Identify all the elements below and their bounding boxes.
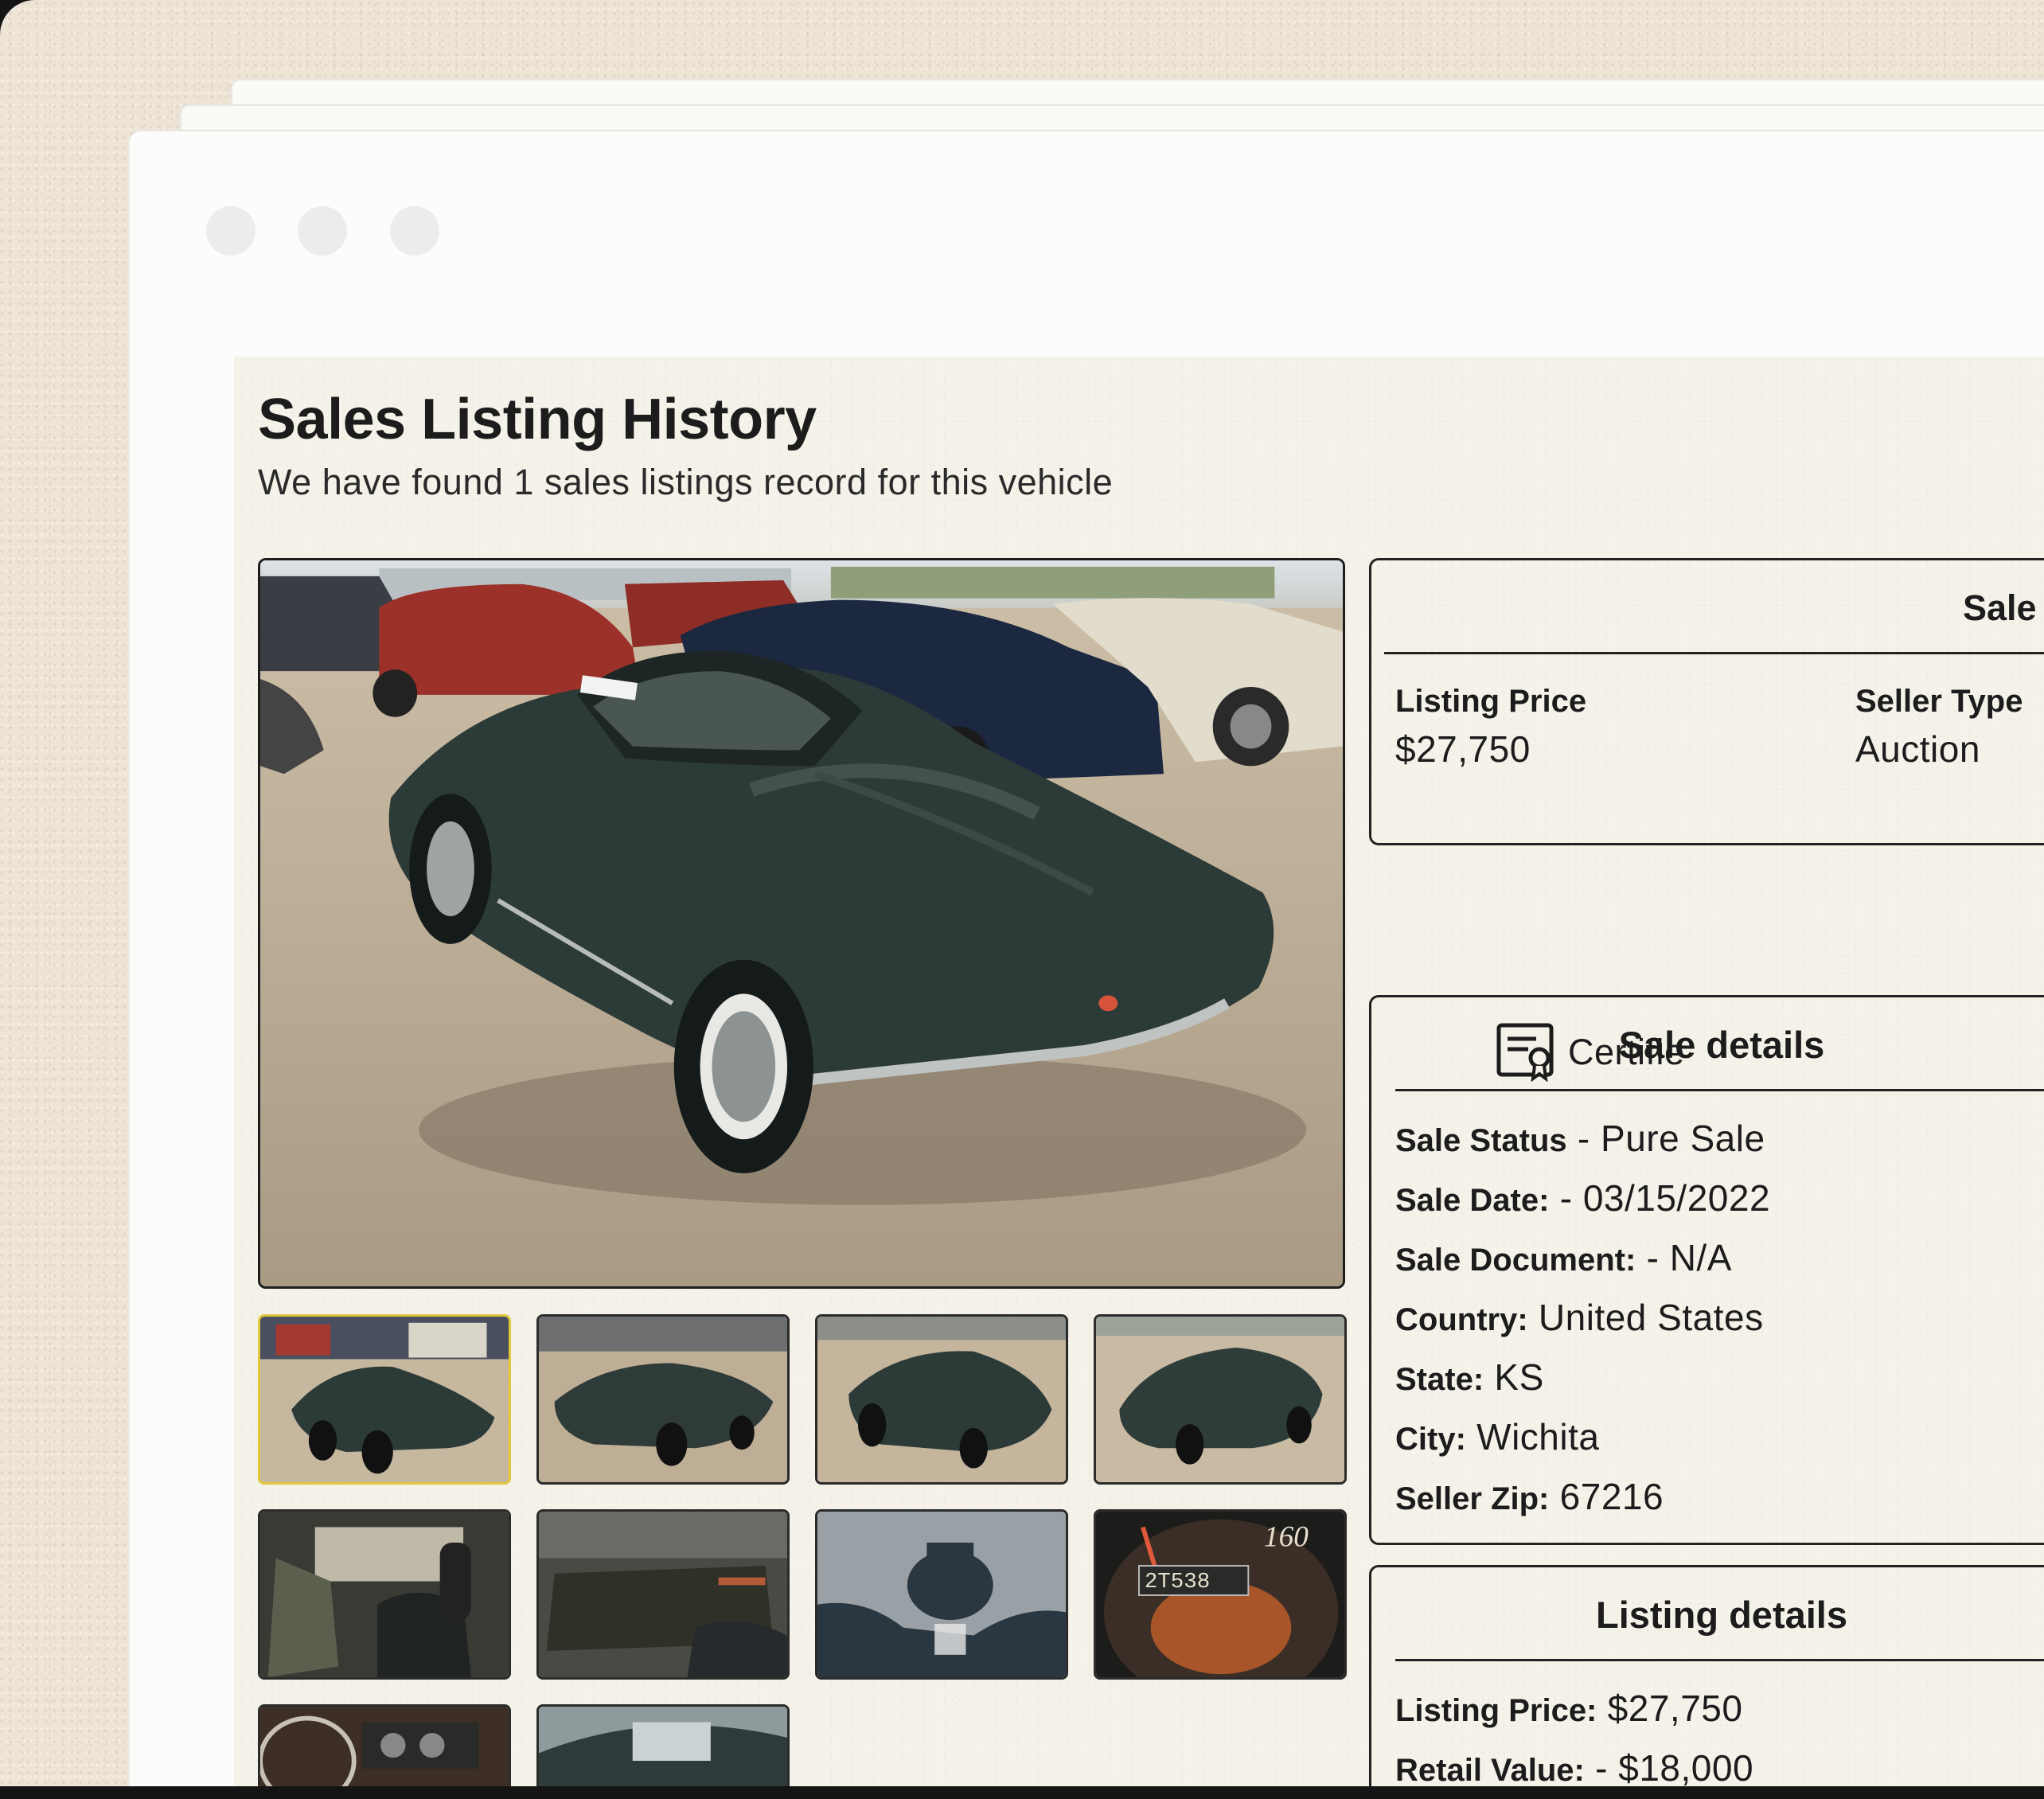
listing-price-value: $27,750: [1395, 728, 1531, 770]
listing-details-divider: [1395, 1659, 2044, 1661]
retail-value-value: $18,000: [1618, 1747, 1754, 1786]
thumbnail-rear-left[interactable]: [815, 1314, 1068, 1485]
odometer-text: 2T538: [1145, 1570, 1210, 1594]
seller-zip-label: Seller Zip:: [1395, 1481, 1550, 1516]
listing-details-card: Listing details Listing Price: $27,750 R…: [1369, 1565, 2044, 1786]
listing-price-label: Listing Price: [1395, 684, 1587, 719]
sale-date-row: Sale Date: - 03/15/2022: [1395, 1177, 1771, 1219]
thumbnail-odometer[interactable]: 160 2T538: [1094, 1509, 1347, 1680]
speedo-number: 160: [1264, 1521, 1309, 1554]
city-row: City: Wichita: [1395, 1415, 1599, 1458]
country-value: United States: [1538, 1297, 1764, 1338]
listing-details-heading: Listing details: [1596, 1594, 1847, 1636]
listing-details-price-value: $27,750: [1607, 1688, 1743, 1729]
sale-document-value: N/A: [1669, 1237, 1732, 1278]
window-close-dot[interactable]: [206, 206, 256, 256]
summary-card-heading: Sale: [1963, 587, 2037, 628]
state-row: State: KS: [1395, 1356, 1544, 1399]
listing-price-row: Listing Price: $27,750: [1395, 1687, 1742, 1730]
sales-listing-section: Sales Listing History We have found 1 sa…: [234, 357, 2044, 1786]
seller-zip-value: 67216: [1559, 1476, 1664, 1517]
main-vehicle-photo[interactable]: [258, 558, 1345, 1289]
city-value: Wichita: [1476, 1416, 1600, 1458]
sale-status-row: Sale Status - Pure Sale: [1395, 1118, 1765, 1159]
retail-value-label: Retail Value:: [1395, 1753, 1585, 1786]
listing-price-block: Listing Price $27,750: [1395, 684, 1586, 771]
sale-details-card: Sale details Sale Status - Pure Sale Sal…: [1369, 995, 2044, 1545]
seller-type-block: Seller Type Auction: [1855, 684, 2023, 771]
state-value: KS: [1494, 1356, 1544, 1398]
listing-summary-card: Sale Listing Price $27,750 Seller Type A…: [1369, 558, 2044, 845]
page-subtitle: We have found 1 sales listings record fo…: [258, 462, 1114, 502]
summary-card-divider: [1384, 652, 2044, 654]
state-label: State:: [1395, 1362, 1484, 1397]
country-label: Country:: [1395, 1302, 1528, 1337]
sale-details-divider: [1395, 1089, 2044, 1091]
sale-details-heading: Sale details: [1618, 1024, 1825, 1066]
window-maximize-dot[interactable]: [390, 206, 439, 256]
listing-details-price-label: Listing Price:: [1395, 1693, 1597, 1728]
sale-document-label: Sale Document:: [1395, 1243, 1636, 1278]
window-minimize-dot[interactable]: [298, 206, 347, 256]
sale-status-value: Pure Sale: [1601, 1118, 1765, 1159]
seller-type-label: Seller Type: [1855, 684, 2023, 719]
thumbnail-front-left[interactable]: [258, 1314, 511, 1485]
country-row: Country: United States: [1395, 1296, 1764, 1339]
thumbnail-windshield-interior[interactable]: [536, 1704, 790, 1786]
sale-document-row: Sale Document: - N/A: [1395, 1237, 1732, 1278]
browser-window: Sales Listing History We have found 1 sa…: [130, 131, 2044, 1786]
sale-date-value: 03/15/2022: [1582, 1177, 1771, 1219]
page-title: Sales Listing History: [258, 388, 817, 451]
thumbnail-front-right[interactable]: [536, 1314, 790, 1485]
thumbnail-interior-floor[interactable]: [536, 1509, 790, 1680]
sale-date-label: Sale Date:: [1395, 1183, 1550, 1218]
seller-zip-row: Seller Zip: 67216: [1395, 1475, 1664, 1518]
sale-status-label: Sale Status: [1395, 1123, 1567, 1158]
seller-type-value: Auction: [1855, 728, 1980, 770]
thumbnail-rear-right[interactable]: [1094, 1314, 1347, 1485]
thumbnail-hood-emblem[interactable]: [815, 1509, 1068, 1680]
thumbnail-dashboard[interactable]: [258, 1704, 511, 1786]
retail-value-row: Retail Value: - $18,000: [1395, 1746, 1753, 1786]
thumbnail-interior-driver[interactable]: [258, 1509, 511, 1680]
city-label: City:: [1395, 1422, 1466, 1457]
